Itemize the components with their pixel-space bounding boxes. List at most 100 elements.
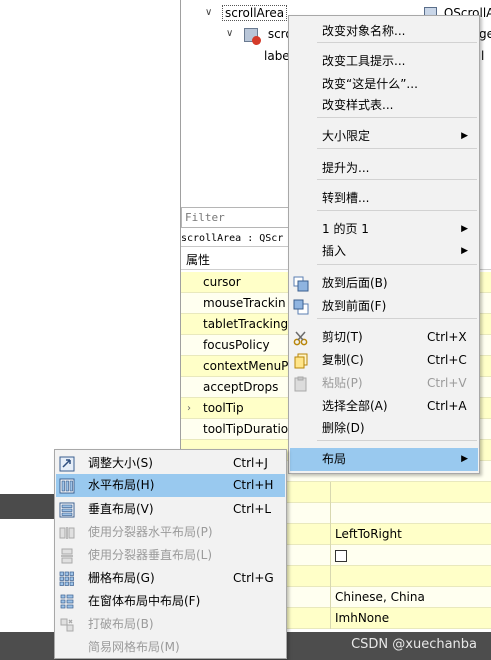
menu-item-label: 调整大小(S) bbox=[88, 456, 153, 470]
watermark-text: CSDN @xuechanba bbox=[351, 637, 477, 652]
menu-separator bbox=[317, 117, 477, 118]
property-value[interactable] bbox=[335, 545, 347, 566]
menu-item-label: 转到槽... bbox=[322, 191, 370, 205]
menu-item-shortcut: Ctrl+H bbox=[233, 478, 274, 492]
vertical-layout-icon bbox=[59, 502, 75, 518]
menu-item-label: 放到前面(F) bbox=[322, 299, 387, 313]
menu-item-shortcut: Ctrl+A bbox=[427, 399, 467, 413]
column-divider bbox=[330, 503, 331, 524]
form-canvas bbox=[0, 0, 180, 494]
menu-item-label: 复制(C) bbox=[322, 353, 364, 367]
menu-item[interactable]: 选择全部(A) Ctrl+A bbox=[290, 395, 478, 418]
menu-item[interactable]: 改变样式表... bbox=[290, 94, 478, 117]
menu-item[interactable]: 放到后面(B) bbox=[290, 272, 478, 295]
menu-item[interactable]: 调整大小(S) Ctrl+J bbox=[56, 452, 285, 475]
column-divider bbox=[330, 524, 331, 545]
bring-to-front-icon bbox=[293, 299, 309, 315]
menu-item-label: 简易网格布局(M) bbox=[88, 640, 180, 654]
menu-item[interactable]: 剪切(T) Ctrl+X bbox=[290, 326, 478, 349]
chevron-right-icon[interactable]: › bbox=[187, 398, 191, 419]
tree-label-suffix: l bbox=[481, 49, 485, 63]
menu-item[interactable]: 插入 ▶ bbox=[290, 240, 478, 263]
menu-item-label: 大小限定 bbox=[322, 129, 371, 143]
menu-item-label: 改变工具提示... bbox=[322, 54, 406, 68]
chevron-down-icon: ∨ bbox=[226, 28, 234, 39]
menu-item-label: 打破布局(B) bbox=[88, 617, 154, 631]
menu-item[interactable]: 复制(C) Ctrl+C bbox=[290, 349, 478, 372]
menu-item-label: 水平布局(H) bbox=[88, 478, 155, 492]
menu-item[interactable]: 改变工具提示... bbox=[290, 50, 478, 73]
property-value[interactable]: Chinese, China bbox=[335, 587, 425, 608]
break-layout-icon bbox=[59, 617, 75, 633]
column-divider bbox=[330, 566, 331, 587]
menu-item-shortcut: Ctrl+C bbox=[427, 353, 467, 367]
form-dark-strip bbox=[0, 494, 54, 519]
horizontal-layout-icon bbox=[59, 478, 75, 494]
menu-item[interactable]: 垂直布局(V) Ctrl+L bbox=[56, 498, 285, 521]
menu-item[interactable]: 布局 ▶ bbox=[290, 448, 478, 471]
menu-item-label: 改变“这是什么”... bbox=[322, 77, 418, 91]
tree-child-suffix: ge bbox=[479, 27, 491, 41]
menu-item-shortcut: Ctrl+V bbox=[427, 376, 467, 390]
scissors-icon bbox=[293, 330, 309, 346]
menu-item[interactable]: 1 的页 1 ▶ bbox=[290, 218, 478, 241]
menu-item-label: 布局 bbox=[322, 452, 347, 466]
menu-item: 简易网格布局(M) bbox=[56, 636, 285, 659]
menu-separator bbox=[317, 264, 477, 265]
menu-item-label: 使用分裂器垂直布局(L) bbox=[88, 548, 213, 562]
menu-item: 使用分裂器水平布局(P) bbox=[56, 521, 285, 544]
menu-item[interactable]: 删除(D) bbox=[290, 417, 478, 440]
filter-input[interactable]: Filter bbox=[181, 207, 291, 228]
menu-item[interactable]: 提升为... bbox=[290, 157, 478, 180]
checkbox[interactable] bbox=[335, 549, 347, 562]
menu-separator bbox=[317, 318, 477, 319]
chevron-right-icon: ▶ bbox=[461, 224, 468, 234]
form-layout-icon bbox=[59, 594, 75, 610]
chevron-right-icon: ▶ bbox=[461, 454, 468, 464]
tree-row-label[interactable]: labe bbox=[264, 46, 290, 66]
menu-item-label: 使用分裂器水平布局(P) bbox=[88, 525, 213, 539]
menu-item[interactable]: 大小限定 ▶ bbox=[290, 125, 478, 148]
chevron-right-icon: ▶ bbox=[461, 246, 468, 256]
chevron-down-icon: ∨ bbox=[205, 7, 213, 18]
widget-error-icon bbox=[244, 27, 261, 45]
menu-item-label: 提升为... bbox=[322, 161, 370, 175]
menu-item-label: 剪切(T) bbox=[322, 330, 363, 344]
column-divider bbox=[330, 482, 331, 503]
property-value[interactable]: LeftToRight bbox=[335, 524, 402, 545]
menu-item-shortcut: Ctrl+X bbox=[427, 330, 467, 344]
menu-item: 使用分裂器垂直布局(L) bbox=[56, 544, 285, 567]
menu-item: 打破布局(B) bbox=[56, 613, 285, 636]
menu-item: 粘贴(P) Ctrl+V bbox=[290, 372, 478, 395]
menu-separator bbox=[317, 440, 477, 441]
copy-icon bbox=[293, 353, 309, 369]
menu-separator bbox=[317, 210, 477, 211]
menu-item-label: 放到后面(B) bbox=[322, 276, 388, 290]
tree-row-child[interactable]: ∨ scro bbox=[226, 24, 293, 45]
menu-item[interactable]: 转到槽... bbox=[290, 187, 478, 210]
menu-item[interactable]: 改变“这是什么”... bbox=[290, 73, 478, 96]
object-class-label: scrollArea : QScr bbox=[181, 231, 291, 247]
menu-item[interactable]: 改变对象名称... bbox=[290, 20, 478, 43]
tree-row-scrollarea[interactable]: ∨ scrollArea bbox=[205, 3, 288, 23]
menu-item[interactable]: 放到前面(F) bbox=[290, 295, 478, 318]
send-to-back-icon bbox=[293, 276, 309, 292]
column-divider bbox=[330, 608, 331, 629]
menu-item-label: 选择全部(A) bbox=[322, 399, 388, 413]
vertical-splitter-icon bbox=[59, 548, 75, 564]
property-value[interactable]: ImhNone bbox=[335, 608, 389, 629]
layout-submenu: 调整大小(S) Ctrl+J 水平布局(H) Ctrl+H 垂直布局(V) Ctrl+L 使… bbox=[54, 449, 287, 659]
horizontal-splitter-icon bbox=[59, 525, 75, 541]
menu-item-label: 删除(D) bbox=[322, 421, 365, 435]
menu-separator bbox=[317, 179, 477, 180]
menu-item-label: 粘贴(P) bbox=[322, 376, 363, 390]
menu-item[interactable]: 栅格布局(G) Ctrl+G bbox=[56, 567, 285, 590]
grid-layout-icon bbox=[59, 571, 75, 587]
menu-item-label: 插入 bbox=[322, 244, 347, 258]
menu-item-label: 栅格布局(G) bbox=[88, 571, 155, 585]
menu-item-label: 改变样式表... bbox=[322, 98, 394, 112]
tree-item-label[interactable]: scrollArea bbox=[222, 5, 288, 21]
form-canvas-lower bbox=[0, 519, 54, 611]
menu-item[interactable]: 水平布局(H) Ctrl+H bbox=[56, 474, 285, 497]
menu-item[interactable]: 在窗体布局中布局(F) bbox=[56, 590, 285, 613]
